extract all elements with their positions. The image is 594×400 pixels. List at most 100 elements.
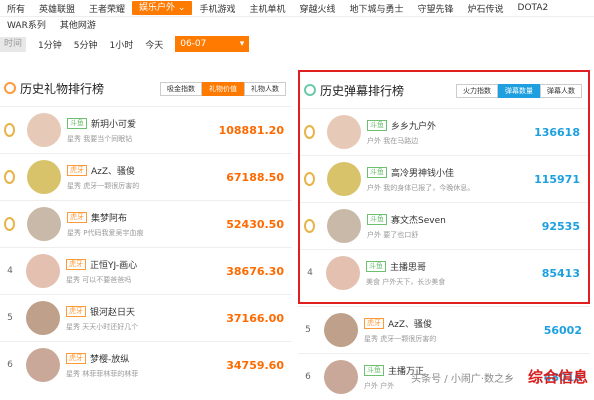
time-option-1hour[interactable]: 1小时 (103, 38, 139, 51)
streamer-desc: 星秀 虎牙一颗很厉害的 (67, 181, 140, 190)
streamer-desc: 星秀 我要当个同眠钻 (67, 134, 133, 143)
tab-gift-value[interactable]: 礼物价值 (202, 82, 244, 96)
date-select[interactable]: 06-07 ▾ (175, 36, 250, 52)
danmaku-icon (304, 84, 316, 96)
time-option-today[interactable]: 今天 (139, 38, 169, 51)
game-category-extra-0[interactable]: WAR系列 (0, 18, 53, 31)
avatar[interactable] (27, 207, 61, 241)
rank-value: 85413 (541, 266, 580, 280)
rank-number: 5 (305, 325, 311, 335)
streamer-desc: 星秀 虎牙一颗很厉害的 (364, 334, 437, 343)
game-category-bar: 所有 英雄联盟 王者荣耀 娱乐户外 ⌄ 手机游戏 主机单机 穿越火线 地下城与勇士 守望先锋 炉石… (0, 0, 594, 17)
platform-tag: 虎牙 (67, 164, 87, 176)
platform-tag: 虎牙 (67, 211, 87, 223)
game-category-7[interactable]: 地下城与勇士 (343, 2, 411, 15)
game-category-2[interactable]: 王者荣耀 (82, 2, 132, 15)
list-item[interactable]: 斗鱼 新玥小可爱 星秀 我要当个同眠钻 108881.20 (0, 106, 292, 153)
list-item[interactable]: 虎牙 AzZ、骚俊星秀 虎牙一颗很厉害的 67188.50 (0, 153, 292, 200)
streamer-name[interactable]: 主播思哥 (390, 260, 426, 273)
platform-tag: 斗鱼 (364, 364, 384, 376)
list-item[interactable]: 4 斗鱼 主播思哥 美食 户外天下，长沙美食 85413 (300, 249, 588, 296)
platform-tag: 虎牙 (364, 317, 384, 329)
list-item[interactable]: 5 虎牙 AzZ、骚俊星秀 虎牙一颗很厉害的 56002 (298, 306, 590, 353)
list-item[interactable]: 4 虎牙 正恒YJ-画心 星秀 可以不要爸爸吗 38676.30 (0, 247, 292, 294)
rank-number: 6 (305, 372, 311, 382)
streamer-name[interactable]: 新玥小可爱 (91, 117, 136, 130)
rank-value: 67188.50 (226, 170, 284, 184)
rank-value: 52430.50 (226, 217, 284, 231)
streamer-desc: 户外 我在马路边 (367, 136, 419, 145)
avatar[interactable] (324, 313, 358, 347)
medal-icon (304, 125, 315, 139)
rank-number: 6 (7, 360, 13, 370)
streamer-name[interactable]: 银河赵日天 (90, 305, 135, 318)
avatar[interactable] (327, 115, 361, 149)
rank-value: 108881.20 (218, 123, 284, 137)
tab-gold-index[interactable]: 吸金指数 (160, 82, 202, 96)
streamer-desc: 星秀 林菲菲林菲的林菲 (66, 369, 139, 378)
tab-gift-users[interactable]: 礼物人数 (244, 82, 286, 96)
game-category-extra-1[interactable]: 其他网游 (53, 18, 103, 31)
avatar[interactable] (326, 256, 360, 290)
time-option-5min[interactable]: 5分钟 (68, 38, 104, 51)
game-category-5[interactable]: 主机单机 (242, 2, 292, 15)
medal-icon (4, 170, 15, 184)
watermark-text: 综合信息 (527, 368, 588, 386)
game-category-0[interactable]: 所有 (0, 2, 32, 15)
streamer-desc: 星秀 天天小时还好几个 (66, 322, 139, 331)
streamer-name[interactable]: 梦樱-放纵 (90, 352, 129, 365)
avatar[interactable] (327, 162, 361, 196)
list-item[interactable]: 斗鱼 寡文杰Seven 户外 要了也口舒 92535 (300, 202, 588, 249)
game-category-9[interactable]: 炉石传说 (461, 2, 511, 15)
avatar[interactable] (27, 160, 61, 194)
list-item[interactable]: 虎牙 集梦阿布 星秀 P代码我爱吴宇血痕 52430.50 (0, 200, 292, 247)
streamer-name[interactable]: 正恒YJ-画心 (90, 258, 137, 271)
game-category-8[interactable]: 守望先锋 (411, 2, 461, 15)
avatar[interactable] (327, 209, 361, 243)
streamer-desc: 户外 要了也口舒 (367, 230, 419, 239)
game-category-4[interactable]: 手机游戏 (192, 2, 242, 15)
rank-value: 92535 (541, 219, 580, 233)
streamer-name[interactable]: AzZ、骚俊 (91, 164, 135, 177)
rank-value: 115971 (534, 172, 580, 186)
avatar[interactable] (26, 301, 60, 335)
tab-fire-index[interactable]: 火力指数 (456, 84, 498, 98)
list-item[interactable]: 6 虎牙 梦樱-放纵 星秀 林菲菲林菲的林菲 34759.60 (0, 341, 292, 388)
rank-value: 56002 (543, 323, 582, 337)
game-category-3[interactable]: 娱乐户外 ⌄ (132, 1, 193, 15)
avatar[interactable] (26, 348, 60, 382)
gift-ranking-panel: 历史礼物排行榜 吸金指数 礼物价值 礼物人数 斗鱼 新玥小可爱 星秀 我要当个同眠钻… (0, 70, 292, 388)
watermark-source: 头条号 / 小闹广·数之乡 (411, 374, 514, 385)
list-item[interactable]: 斗鱼 高冷男神钱小佳户外 我的身体已报了，今晚休息。 115971 (300, 155, 588, 202)
list-item[interactable]: 斗鱼 乡乡九户外 户外 我在马路边 136618 (300, 108, 588, 155)
danmaku-ranking-panel: 历史弹幕排行榜 火力指数 弹幕数量 弹幕人数 斗鱼 乡乡九户外 户外 我在马路边 13… (298, 70, 590, 304)
gift-icon (4, 82, 16, 94)
medal-icon (304, 219, 315, 233)
platform-tag: 斗鱼 (367, 213, 387, 225)
streamer-name[interactable]: 集梦阿布 (91, 211, 127, 224)
game-category-10[interactable]: DOTA2 (511, 3, 556, 13)
rank-number: 4 (7, 266, 13, 276)
tab-danmaku-users[interactable]: 弹幕人数 (540, 84, 582, 98)
avatar[interactable] (324, 360, 358, 394)
game-category-1[interactable]: 英雄联盟 (32, 2, 82, 15)
game-category-6[interactable]: 穿越火线 (292, 2, 342, 15)
game-category-bar-2: WAR系列 其他网游 (0, 17, 594, 31)
streamer-name[interactable]: 寡文杰Seven (391, 213, 446, 226)
platform-tag: 斗鱼 (366, 260, 386, 272)
medal-icon (4, 217, 15, 231)
streamer-name[interactable]: 高冷男神钱小佳 (391, 166, 454, 179)
tab-danmaku-count[interactable]: 弹幕数量 (498, 84, 540, 98)
streamer-name[interactable]: AzZ、骚俊 (388, 317, 432, 330)
platform-tag: 斗鱼 (367, 119, 387, 131)
rank-number: 5 (7, 313, 13, 323)
avatar[interactable] (27, 113, 61, 147)
medal-icon (4, 123, 15, 137)
streamer-name[interactable]: 乡乡九户外 (391, 119, 436, 132)
chevron-down-icon: ▾ (239, 39, 245, 49)
platform-tag: 斗鱼 (367, 166, 387, 178)
streamer-desc: 户外 我的身体已报了，今晚休息。 (367, 183, 475, 192)
time-option-1min[interactable]: 1分钟 (32, 38, 68, 51)
avatar[interactable] (26, 254, 60, 288)
list-item[interactable]: 5 虎牙 银河赵日天 星秀 天天小时还好几个 37166.00 (0, 294, 292, 341)
